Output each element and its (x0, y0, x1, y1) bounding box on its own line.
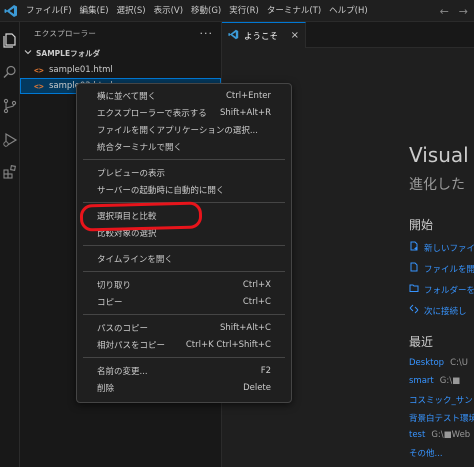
menu-item-label: 統合ターミナルで開く (97, 142, 183, 153)
extensions-icon[interactable] (2, 164, 18, 180)
run-debug-icon[interactable] (2, 132, 18, 148)
menu-item-label: サーバーの起動時に自動的に開く (97, 185, 225, 196)
folder-name: SAMPLEフォルダ (36, 48, 101, 58)
menu-item-label: 削除 (97, 383, 115, 394)
start-new-file[interactable]: 新しいファイ (409, 241, 474, 254)
explorer-title: エクスプローラー (34, 28, 97, 38)
file-name: sample01.html (49, 65, 113, 75)
menu-separator (83, 314, 285, 315)
menu-item-label: エクスプローラーで表示する (97, 108, 207, 119)
menu-view[interactable]: 表示(V) (150, 0, 187, 22)
file-item-sample01[interactable]: <> sample01.html (20, 62, 221, 78)
red-highlight-annotation (79, 201, 203, 232)
context-menu-item[interactable]: ファイルを開くアプリケーションの選択... (77, 121, 291, 138)
title-bar: ファイル(F) 編集(E) 選択(S) 表示(V) 移動(G) 実行(R) ター… (0, 0, 474, 22)
recent-item[interactable]: コスミック_サンミ (409, 394, 474, 406)
menu-separator (83, 357, 285, 358)
back-arrow-icon[interactable]: ← (440, 5, 449, 18)
explorer-icon[interactable] (2, 32, 18, 48)
recent-section-title: 最近 (409, 335, 434, 349)
menu-separator (83, 271, 285, 272)
folder-row[interactable]: SAMPLEフォルダ (20, 44, 221, 62)
context-menu-item[interactable]: タイムラインを開く (77, 250, 291, 267)
menu-item-shortcut: F2 (260, 365, 271, 376)
menu-item-shortcut: Ctrl+Enter (225, 90, 271, 101)
menu-item-label: パスのコピー (97, 323, 149, 334)
start-connect-to[interactable]: 次に接続し (409, 304, 467, 317)
menu-item-label: 相対パスをコピー (97, 340, 166, 351)
tab-label: ようこそ (244, 31, 279, 42)
context-menu-item[interactable]: プレビューの表示 (77, 164, 291, 181)
context-menu-item[interactable]: 横に並べて開く Ctrl+Enter (77, 87, 291, 104)
menu-bar: ファイル(F) 編集(E) 選択(S) 表示(V) 移動(G) 実行(R) ター… (22, 0, 372, 22)
tab-bar: ようこそ × (222, 22, 474, 48)
close-icon[interactable]: × (291, 30, 299, 41)
recent-item[interactable]: Desktop C:\U (409, 358, 468, 368)
context-menu-item[interactable]: 削除 Delete (77, 379, 291, 396)
context-menu-item[interactable]: エクスプローラーで表示する Shift+Alt+R (77, 104, 291, 121)
context-menu: 横に並べて開く Ctrl+Enter エクスプローラーで表示する Shift+Alt+… (76, 83, 292, 403)
menu-item-shortcut: Ctrl+X (242, 279, 271, 290)
vscode-logo-icon (0, 0, 22, 22)
menu-item-label: プレビューの表示 (97, 168, 166, 179)
context-menu-item[interactable]: 相対パスをコピー Ctrl+K Ctrl+Shift+C (77, 336, 291, 353)
context-menu-item[interactable]: 統合ターミナルで開く (77, 138, 291, 155)
menu-item-label: 切り取り (97, 280, 132, 291)
menu-item-shortcut: Delete (243, 382, 271, 393)
menu-item-label: 横に並べて開く (97, 91, 157, 102)
recent-item[interactable]: test G:\■Web (409, 430, 470, 440)
menu-help[interactable]: ヘルプ(H) (325, 0, 372, 22)
menu-item-shortcut: Shift+Alt+R (220, 107, 271, 118)
context-menu-item[interactable]: パスのコピー Shift+Alt+C (77, 319, 291, 336)
context-menu-item[interactable]: サーバーの起動時に自動的に開く (77, 181, 291, 198)
menu-item-label: ファイルを開くアプリケーションの選択... (97, 125, 258, 136)
chevron-down-icon (24, 48, 32, 58)
source-control-icon[interactable] (2, 98, 18, 114)
forward-arrow-icon[interactable]: → (459, 5, 468, 18)
menu-selection[interactable]: 選択(S) (113, 0, 150, 22)
start-section-title: 開始 (409, 218, 434, 232)
recent-item[interactable]: smart G:\■ (409, 376, 460, 386)
menu-item-label: コピー (97, 297, 123, 308)
context-menu-item[interactable]: 名前の変更... F2 (77, 362, 291, 379)
menu-item-shortcut: Ctrl+K Ctrl+Shift+C (185, 339, 271, 350)
start-open-file[interactable]: ファイルを開 (409, 262, 474, 275)
menu-file[interactable]: ファイル(F) (22, 0, 76, 22)
new-file-icon (409, 241, 419, 254)
open-file-icon (409, 262, 419, 275)
start-open-folder[interactable]: フォルダーを開 (409, 283, 474, 296)
menu-go[interactable]: 移動(G) (187, 0, 225, 22)
menu-terminal[interactable]: ターミナル(T) (263, 0, 325, 22)
html-file-icon: <> (34, 81, 44, 91)
nav-arrows: ← → (440, 0, 474, 22)
menu-separator (83, 245, 285, 246)
menu-item-label: タイムラインを開く (97, 254, 173, 265)
menu-item-shortcut: Ctrl+C (242, 296, 271, 307)
more-actions-icon[interactable]: ··· (200, 27, 214, 40)
html-file-icon: <> (34, 65, 44, 75)
context-menu-item[interactable]: コピー Ctrl+C (77, 293, 291, 310)
welcome-title: Visual (409, 143, 469, 167)
context-menu-item[interactable]: 切り取り Ctrl+X (77, 276, 291, 293)
activity-bar (0, 22, 20, 467)
vscode-tab-icon (228, 29, 239, 43)
menu-edit[interactable]: 編集(E) (76, 0, 113, 22)
menu-item-label: 名前の変更... (97, 366, 148, 377)
menu-item-shortcut: Shift+Alt+C (219, 322, 271, 333)
recent-item[interactable]: 背景白テスト環境 (409, 412, 474, 424)
folder-icon (409, 283, 419, 296)
explorer-header: エクスプローラー ··· (20, 22, 221, 44)
search-icon[interactable] (2, 64, 18, 80)
menu-run[interactable]: 実行(R) (225, 0, 263, 22)
recent-more-link[interactable]: その他... (409, 447, 443, 459)
remote-connect-icon (409, 304, 419, 317)
tab-welcome[interactable]: ようこそ × (222, 22, 306, 48)
welcome-subtitle: 進化した (409, 177, 465, 193)
menu-separator (83, 159, 285, 160)
